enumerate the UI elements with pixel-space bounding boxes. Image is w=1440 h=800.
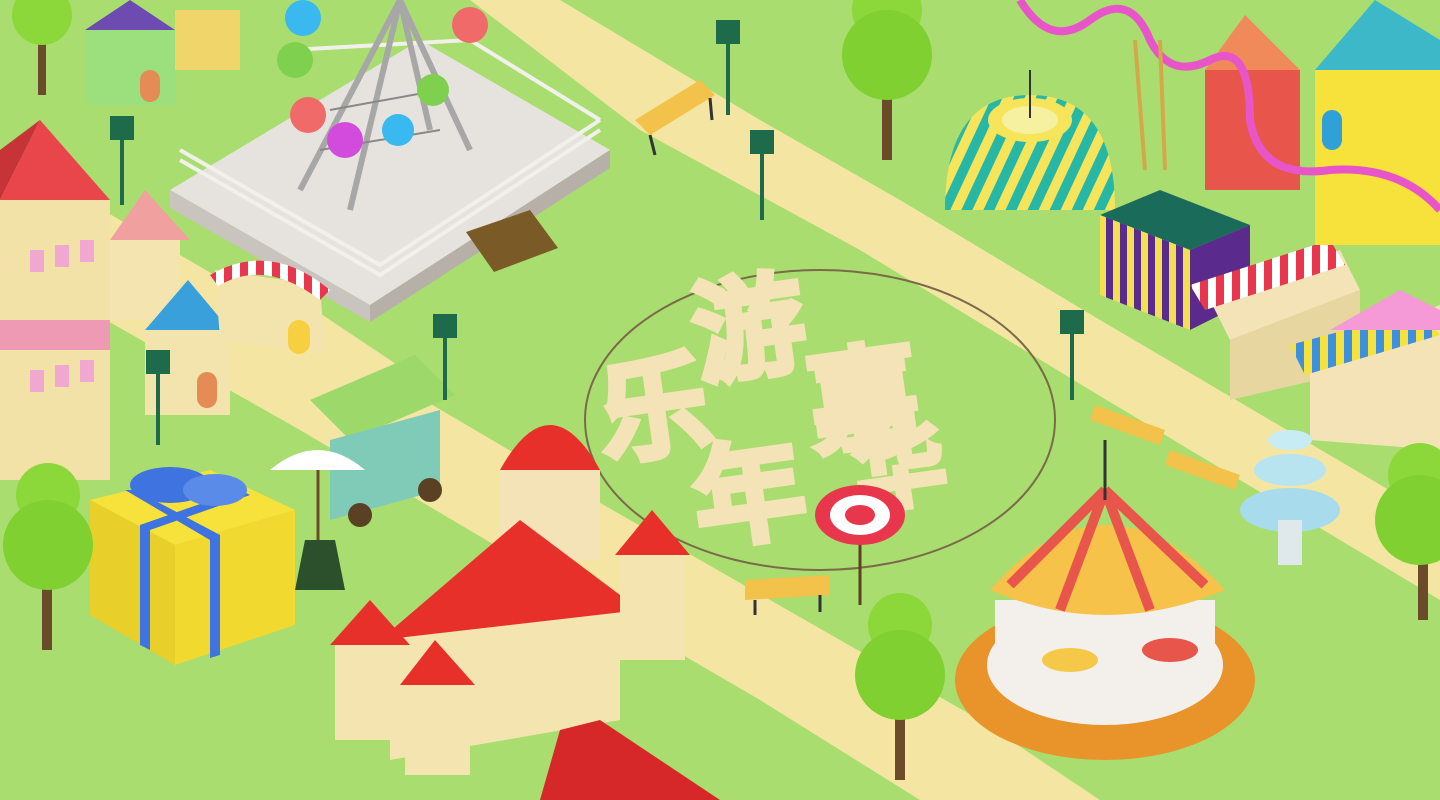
sign-char-4: 年	[686, 424, 813, 566]
theme-park-scene: 游 乐 嘉 年 华	[0, 0, 1440, 800]
